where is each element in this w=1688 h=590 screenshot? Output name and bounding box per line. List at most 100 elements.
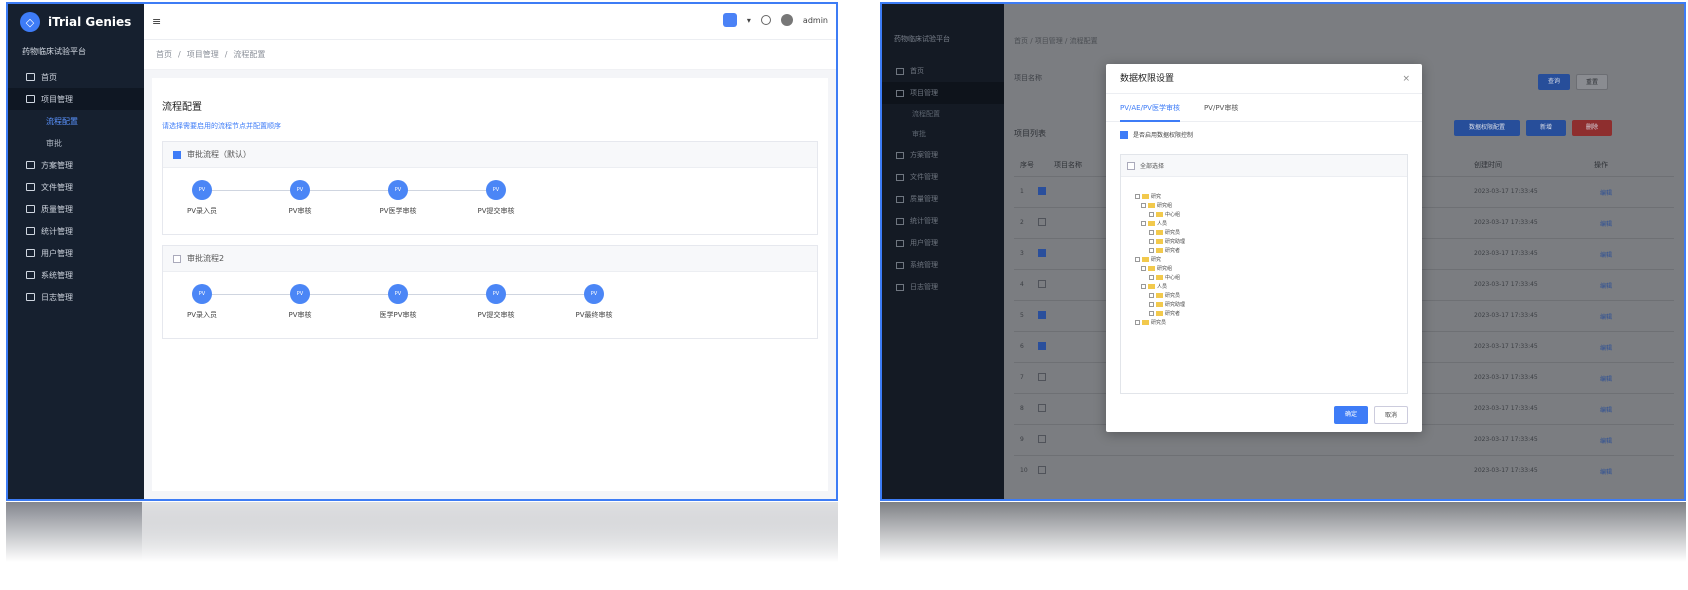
table-row[interactable]: 10 2023-03-17 17:33:45 编辑 [1014, 455, 1674, 485]
sidebar-item-quality[interactable]: 质量管理 [882, 188, 1004, 210]
row-checkbox[interactable] [1038, 404, 1046, 412]
breadcrumb-item[interactable]: 项目管理 [187, 49, 219, 60]
sidebar-item-plan[interactable]: 方案管理 [882, 144, 1004, 166]
sidebar-item-plan[interactable]: 方案管理 [8, 154, 144, 176]
flow-node[interactable]: PV 医学PV审核 [353, 284, 443, 320]
app-switch-icon[interactable] [722, 13, 737, 27]
sidebar-item-file[interactable]: 文件管理 [8, 176, 144, 198]
tree-checkbox[interactable] [1149, 275, 1154, 280]
tree-node[interactable]: 人员 [1141, 220, 1167, 227]
flow-node[interactable]: PV PV录入员 [157, 284, 247, 320]
sidebar-item-user[interactable]: 用户管理 [8, 242, 144, 264]
sidebar-item-user[interactable]: 用户管理 [882, 232, 1004, 254]
tree-checkbox[interactable] [1141, 203, 1146, 208]
flow-node[interactable]: PV PV提交审核 [451, 284, 541, 320]
sidebar-subitem-flow[interactable]: 流程配置 [8, 110, 144, 132]
tree-checkbox[interactable] [1149, 212, 1154, 217]
flow-node[interactable]: PV PV提交审核 [451, 180, 541, 216]
row-edit-link[interactable]: 编辑 [1600, 188, 1612, 197]
sidebar-item-home[interactable]: 首页 [8, 66, 144, 88]
tree-header[interactable]: 全部选择 [1121, 155, 1407, 177]
flow-header[interactable]: 审批流程（默认） [163, 142, 817, 168]
sidebar-item-system[interactable]: 系统管理 [8, 264, 144, 286]
search-button[interactable]: 查询 [1538, 74, 1570, 90]
row-edit-link[interactable]: 编辑 [1600, 467, 1612, 476]
row-checkbox[interactable] [1038, 311, 1046, 319]
sidebar-item-home[interactable]: 首页 [882, 60, 1004, 82]
tree-node[interactable]: 中心组 [1149, 274, 1180, 281]
row-checkbox[interactable] [1038, 466, 1046, 474]
tree-node[interactable]: 研究组 [1141, 265, 1172, 272]
row-checkbox[interactable] [1038, 280, 1046, 288]
sidebar-item-system[interactable]: 系统管理 [882, 254, 1004, 276]
close-icon[interactable]: × [1402, 64, 1410, 94]
avatar[interactable] [780, 14, 793, 26]
enable-permission-checkbox[interactable] [1120, 130, 1128, 139]
sidebar-item-stats[interactable]: 统计管理 [8, 220, 144, 242]
sidebar-item-file[interactable]: 文件管理 [882, 166, 1004, 188]
row-edit-link[interactable]: 编辑 [1600, 219, 1612, 228]
sidebar-item-log[interactable]: 日志管理 [882, 276, 1004, 298]
tree-node[interactable]: 研究组 [1141, 202, 1172, 209]
tree-checkbox[interactable] [1135, 320, 1140, 325]
tree-node[interactable]: 中心组 [1149, 211, 1180, 218]
flow-node[interactable]: PV PV最终审核 [549, 284, 639, 320]
tree-node[interactable]: 研究助理 [1149, 301, 1185, 308]
sidebar-subitem-approval[interactable]: 审批 [8, 132, 144, 154]
tree-node[interactable]: 人员 [1141, 283, 1167, 290]
tree-node[interactable]: 研究员 [1149, 229, 1180, 236]
tree-checkbox[interactable] [1149, 248, 1154, 253]
row-checkbox[interactable] [1038, 373, 1046, 381]
row-edit-link[interactable]: 编辑 [1600, 436, 1612, 445]
tree-checkbox[interactable] [1149, 302, 1154, 307]
tree-checkbox[interactable] [1141, 284, 1146, 289]
data-permission-button[interactable]: 数据权限配置 [1454, 120, 1520, 136]
row-edit-link[interactable]: 编辑 [1600, 250, 1612, 259]
tree-node[interactable]: 研究者 [1149, 247, 1180, 254]
tree-checkbox[interactable] [1149, 293, 1154, 298]
flow-node[interactable]: PV PV录入员 [157, 180, 247, 216]
row-checkbox[interactable] [1038, 187, 1046, 195]
tree-node[interactable]: 研究员 [1149, 292, 1180, 299]
flow-checkbox[interactable] [173, 254, 181, 263]
reset-button[interactable]: 重置 [1576, 74, 1608, 90]
row-edit-link[interactable]: 编辑 [1600, 281, 1612, 290]
flow-header[interactable]: 审批流程2 [163, 246, 817, 272]
row-checkbox[interactable] [1038, 218, 1046, 226]
tree-checkbox[interactable] [1141, 266, 1146, 271]
select-all-checkbox[interactable] [1127, 161, 1135, 170]
tree-checkbox[interactable] [1149, 311, 1154, 316]
sidebar-item-log[interactable]: 日志管理 [8, 286, 144, 308]
row-edit-link[interactable]: 编辑 [1600, 312, 1612, 321]
row-checkbox[interactable] [1038, 249, 1046, 257]
add-button[interactable]: 新增 [1526, 120, 1566, 136]
tree-node[interactable]: 研究 [1135, 193, 1161, 200]
tab-pv-ae[interactable]: PV/AE/PV医学审核 [1120, 94, 1180, 122]
breadcrumb-item[interactable]: 首页 [156, 49, 172, 60]
sidebar-subitem-approval[interactable]: 审批 [882, 124, 1004, 144]
tree-node[interactable]: 研究员 [1135, 319, 1166, 326]
cancel-button[interactable]: 取消 [1374, 406, 1408, 424]
tree-node[interactable]: 研究助理 [1149, 238, 1185, 245]
row-edit-link[interactable]: 编辑 [1600, 374, 1612, 383]
sidebar-item-project[interactable]: 项目管理 [8, 88, 144, 110]
tree-node[interactable]: 研究者 [1149, 310, 1180, 317]
row-edit-link[interactable]: 编辑 [1600, 343, 1612, 352]
ok-button[interactable]: 确定 [1334, 406, 1368, 424]
tree-checkbox[interactable] [1135, 257, 1140, 262]
sidebar-item-project[interactable]: 项目管理 [882, 82, 1004, 104]
row-checkbox[interactable] [1038, 435, 1046, 443]
sidebar-subitem-flow[interactable]: 流程配置 [882, 104, 1004, 124]
delete-button[interactable]: 删除 [1572, 120, 1612, 136]
tree-checkbox[interactable] [1141, 221, 1146, 226]
sidebar-item-stats[interactable]: 统计管理 [882, 210, 1004, 232]
settings-icon[interactable] [760, 15, 771, 25]
flow-node[interactable]: PV PV医学审核 [353, 180, 443, 216]
tree-checkbox[interactable] [1149, 230, 1154, 235]
tab-pv[interactable]: PV/PV审核 [1204, 94, 1238, 122]
tree-node[interactable]: 研究 [1135, 256, 1161, 263]
tree-checkbox[interactable] [1135, 194, 1140, 199]
user-name[interactable]: admin [803, 16, 828, 25]
row-checkbox[interactable] [1038, 342, 1046, 350]
hamburger-icon[interactable]: ≡ [152, 15, 161, 28]
